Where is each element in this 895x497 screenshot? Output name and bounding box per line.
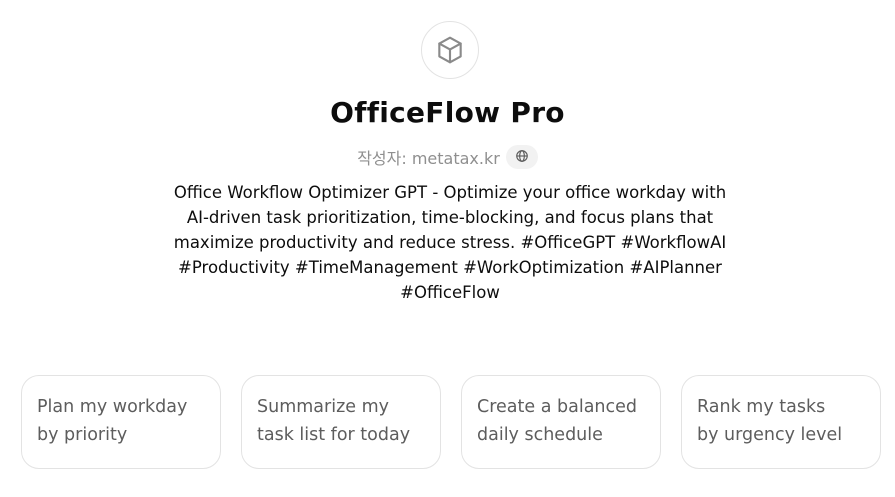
- starter-card-balanced-schedule[interactable]: Create a balanced daily schedule: [461, 375, 661, 469]
- cube-icon: [434, 34, 466, 66]
- starter-card-rank-tasks[interactable]: Rank my tasks by urgency level: [681, 375, 881, 469]
- starter-card-summarize-tasks[interactable]: Summarize my task list for today: [241, 375, 441, 469]
- gpt-description: Office Workflow Optimizer GPT - Optimize…: [173, 183, 727, 302]
- gpt-intro-page: OfficeFlow Pro 작성자: metatax.kr Office Wo…: [0, 0, 895, 497]
- author-label: 작성자: metatax.kr: [357, 149, 500, 168]
- conversation-starters: Plan my workday by priority Summarize my…: [21, 375, 881, 469]
- gpt-title: OfficeFlow Pro: [330, 96, 565, 129]
- starter-card-plan-workday[interactable]: Plan my workday by priority: [21, 375, 221, 469]
- globe-icon: [515, 148, 529, 167]
- author-website-button[interactable]: [505, 145, 538, 169]
- gpt-avatar: [421, 21, 479, 79]
- author-row: 작성자: metatax.kr: [0, 145, 895, 169]
